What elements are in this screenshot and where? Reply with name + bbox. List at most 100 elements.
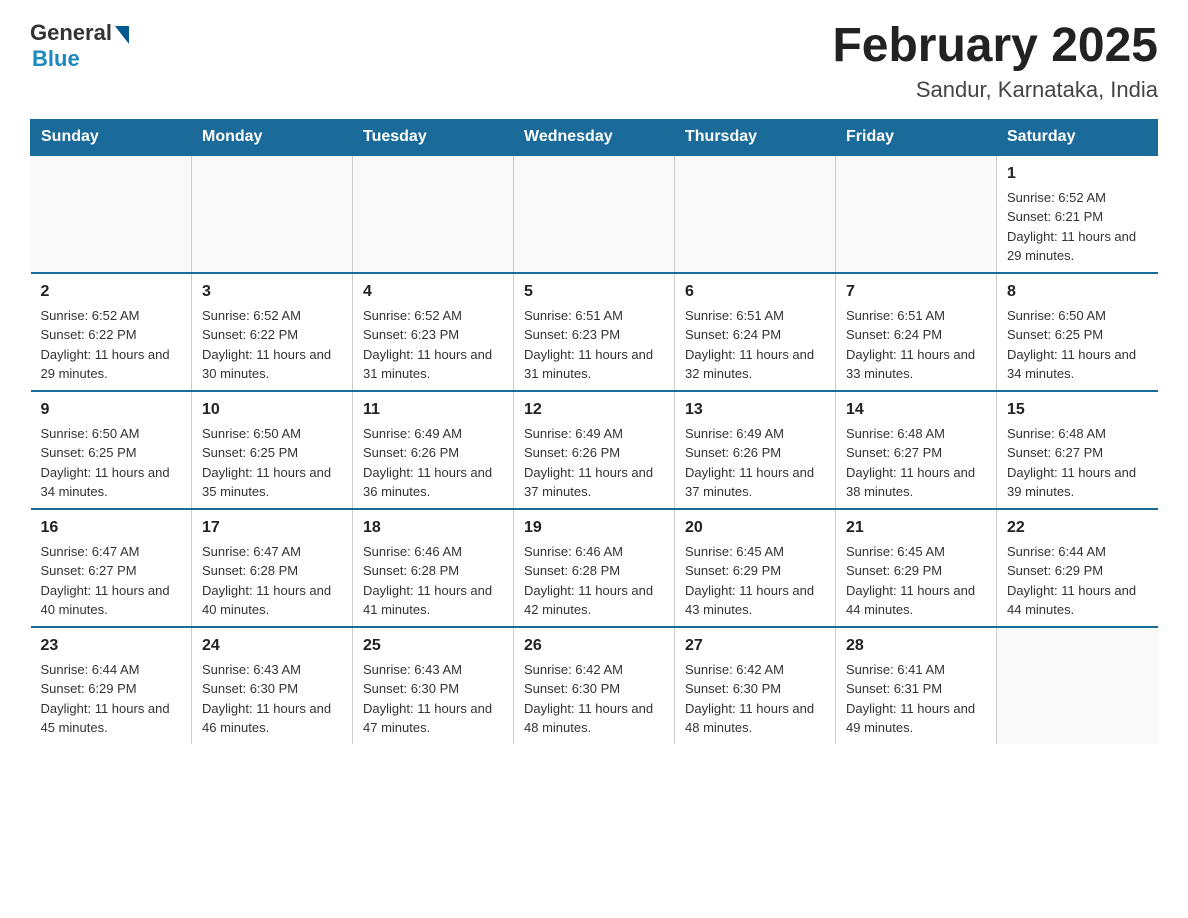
day-info: Sunrise: 6:50 AM Sunset: 6:25 PM Dayligh… bbox=[1007, 306, 1148, 384]
calendar-cell bbox=[353, 155, 514, 273]
day-info: Sunrise: 6:44 AM Sunset: 6:29 PM Dayligh… bbox=[41, 660, 182, 738]
day-number: 16 bbox=[41, 516, 182, 540]
calendar-cell: 27Sunrise: 6:42 AM Sunset: 6:30 PM Dayli… bbox=[675, 627, 836, 744]
calendar-cell: 23Sunrise: 6:44 AM Sunset: 6:29 PM Dayli… bbox=[31, 627, 192, 744]
day-info: Sunrise: 6:48 AM Sunset: 6:27 PM Dayligh… bbox=[1007, 424, 1148, 502]
day-number: 9 bbox=[41, 398, 182, 422]
day-info: Sunrise: 6:45 AM Sunset: 6:29 PM Dayligh… bbox=[846, 542, 986, 620]
calendar-week-1: 1Sunrise: 6:52 AM Sunset: 6:21 PM Daylig… bbox=[31, 155, 1158, 273]
calendar-cell: 12Sunrise: 6:49 AM Sunset: 6:26 PM Dayli… bbox=[514, 391, 675, 509]
calendar-cell bbox=[836, 155, 997, 273]
calendar-cell: 5Sunrise: 6:51 AM Sunset: 6:23 PM Daylig… bbox=[514, 273, 675, 391]
day-info: Sunrise: 6:49 AM Sunset: 6:26 PM Dayligh… bbox=[685, 424, 825, 502]
day-info: Sunrise: 6:46 AM Sunset: 6:28 PM Dayligh… bbox=[363, 542, 503, 620]
calendar-cell bbox=[997, 627, 1158, 744]
day-number: 21 bbox=[846, 516, 986, 540]
day-number: 17 bbox=[202, 516, 342, 540]
calendar-cell: 10Sunrise: 6:50 AM Sunset: 6:25 PM Dayli… bbox=[192, 391, 353, 509]
day-info: Sunrise: 6:51 AM Sunset: 6:24 PM Dayligh… bbox=[685, 306, 825, 384]
weekday-header-saturday: Saturday bbox=[997, 119, 1158, 155]
calendar-cell: 7Sunrise: 6:51 AM Sunset: 6:24 PM Daylig… bbox=[836, 273, 997, 391]
calendar-cell: 22Sunrise: 6:44 AM Sunset: 6:29 PM Dayli… bbox=[997, 509, 1158, 627]
day-info: Sunrise: 6:45 AM Sunset: 6:29 PM Dayligh… bbox=[685, 542, 825, 620]
day-number: 22 bbox=[1007, 516, 1148, 540]
calendar-subtitle: Sandur, Karnataka, India bbox=[832, 77, 1158, 103]
day-number: 10 bbox=[202, 398, 342, 422]
calendar-cell: 9Sunrise: 6:50 AM Sunset: 6:25 PM Daylig… bbox=[31, 391, 192, 509]
calendar-cell: 28Sunrise: 6:41 AM Sunset: 6:31 PM Dayli… bbox=[836, 627, 997, 744]
calendar-cell: 18Sunrise: 6:46 AM Sunset: 6:28 PM Dayli… bbox=[353, 509, 514, 627]
calendar-cell bbox=[192, 155, 353, 273]
calendar-cell: 11Sunrise: 6:49 AM Sunset: 6:26 PM Dayli… bbox=[353, 391, 514, 509]
day-info: Sunrise: 6:46 AM Sunset: 6:28 PM Dayligh… bbox=[524, 542, 664, 620]
calendar-title: February 2025 bbox=[832, 20, 1158, 73]
day-info: Sunrise: 6:44 AM Sunset: 6:29 PM Dayligh… bbox=[1007, 542, 1148, 620]
day-number: 28 bbox=[846, 634, 986, 658]
day-info: Sunrise: 6:51 AM Sunset: 6:23 PM Dayligh… bbox=[524, 306, 664, 384]
day-number: 1 bbox=[1007, 162, 1148, 186]
weekday-header-sunday: Sunday bbox=[31, 119, 192, 155]
calendar-cell bbox=[675, 155, 836, 273]
day-info: Sunrise: 6:52 AM Sunset: 6:22 PM Dayligh… bbox=[202, 306, 342, 384]
day-number: 14 bbox=[846, 398, 986, 422]
logo-arrow-icon bbox=[115, 26, 129, 44]
day-number: 7 bbox=[846, 280, 986, 304]
logo: General Blue bbox=[30, 20, 129, 72]
title-section: February 2025 Sandur, Karnataka, India bbox=[832, 20, 1158, 103]
day-info: Sunrise: 6:47 AM Sunset: 6:27 PM Dayligh… bbox=[41, 542, 182, 620]
weekday-header-tuesday: Tuesday bbox=[353, 119, 514, 155]
day-number: 23 bbox=[41, 634, 182, 658]
weekday-header-wednesday: Wednesday bbox=[514, 119, 675, 155]
day-info: Sunrise: 6:50 AM Sunset: 6:25 PM Dayligh… bbox=[41, 424, 182, 502]
day-info: Sunrise: 6:49 AM Sunset: 6:26 PM Dayligh… bbox=[524, 424, 664, 502]
day-number: 20 bbox=[685, 516, 825, 540]
day-info: Sunrise: 6:50 AM Sunset: 6:25 PM Dayligh… bbox=[202, 424, 342, 502]
calendar-cell: 15Sunrise: 6:48 AM Sunset: 6:27 PM Dayli… bbox=[997, 391, 1158, 509]
calendar-cell: 6Sunrise: 6:51 AM Sunset: 6:24 PM Daylig… bbox=[675, 273, 836, 391]
calendar-week-3: 9Sunrise: 6:50 AM Sunset: 6:25 PM Daylig… bbox=[31, 391, 1158, 509]
day-info: Sunrise: 6:52 AM Sunset: 6:23 PM Dayligh… bbox=[363, 306, 503, 384]
weekday-header-monday: Monday bbox=[192, 119, 353, 155]
calendar-cell: 20Sunrise: 6:45 AM Sunset: 6:29 PM Dayli… bbox=[675, 509, 836, 627]
calendar-week-4: 16Sunrise: 6:47 AM Sunset: 6:27 PM Dayli… bbox=[31, 509, 1158, 627]
day-info: Sunrise: 6:42 AM Sunset: 6:30 PM Dayligh… bbox=[524, 660, 664, 738]
day-number: 18 bbox=[363, 516, 503, 540]
day-number: 4 bbox=[363, 280, 503, 304]
calendar-week-5: 23Sunrise: 6:44 AM Sunset: 6:29 PM Dayli… bbox=[31, 627, 1158, 744]
day-info: Sunrise: 6:49 AM Sunset: 6:26 PM Dayligh… bbox=[363, 424, 503, 502]
calendar-week-2: 2Sunrise: 6:52 AM Sunset: 6:22 PM Daylig… bbox=[31, 273, 1158, 391]
calendar-cell: 14Sunrise: 6:48 AM Sunset: 6:27 PM Dayli… bbox=[836, 391, 997, 509]
day-info: Sunrise: 6:43 AM Sunset: 6:30 PM Dayligh… bbox=[363, 660, 503, 738]
day-info: Sunrise: 6:52 AM Sunset: 6:22 PM Dayligh… bbox=[41, 306, 182, 384]
day-number: 13 bbox=[685, 398, 825, 422]
calendar-cell: 17Sunrise: 6:47 AM Sunset: 6:28 PM Dayli… bbox=[192, 509, 353, 627]
day-info: Sunrise: 6:42 AM Sunset: 6:30 PM Dayligh… bbox=[685, 660, 825, 738]
calendar-cell: 24Sunrise: 6:43 AM Sunset: 6:30 PM Dayli… bbox=[192, 627, 353, 744]
day-number: 2 bbox=[41, 280, 182, 304]
calendar-cell: 2Sunrise: 6:52 AM Sunset: 6:22 PM Daylig… bbox=[31, 273, 192, 391]
day-info: Sunrise: 6:52 AM Sunset: 6:21 PM Dayligh… bbox=[1007, 188, 1148, 266]
day-number: 5 bbox=[524, 280, 664, 304]
logo-general-text: General bbox=[30, 20, 112, 46]
calendar-cell bbox=[514, 155, 675, 273]
calendar-cell: 26Sunrise: 6:42 AM Sunset: 6:30 PM Dayli… bbox=[514, 627, 675, 744]
day-number: 11 bbox=[363, 398, 503, 422]
day-info: Sunrise: 6:48 AM Sunset: 6:27 PM Dayligh… bbox=[846, 424, 986, 502]
day-number: 19 bbox=[524, 516, 664, 540]
calendar-cell: 21Sunrise: 6:45 AM Sunset: 6:29 PM Dayli… bbox=[836, 509, 997, 627]
day-number: 27 bbox=[685, 634, 825, 658]
weekday-header-row: SundayMondayTuesdayWednesdayThursdayFrid… bbox=[31, 119, 1158, 155]
calendar-cell bbox=[31, 155, 192, 273]
day-number: 3 bbox=[202, 280, 342, 304]
calendar-cell: 25Sunrise: 6:43 AM Sunset: 6:30 PM Dayli… bbox=[353, 627, 514, 744]
day-number: 6 bbox=[685, 280, 825, 304]
weekday-header-friday: Friday bbox=[836, 119, 997, 155]
day-info: Sunrise: 6:47 AM Sunset: 6:28 PM Dayligh… bbox=[202, 542, 342, 620]
day-number: 15 bbox=[1007, 398, 1148, 422]
calendar-cell: 13Sunrise: 6:49 AM Sunset: 6:26 PM Dayli… bbox=[675, 391, 836, 509]
calendar-cell: 3Sunrise: 6:52 AM Sunset: 6:22 PM Daylig… bbox=[192, 273, 353, 391]
page-header: General Blue February 2025 Sandur, Karna… bbox=[30, 20, 1158, 103]
calendar-cell: 1Sunrise: 6:52 AM Sunset: 6:21 PM Daylig… bbox=[997, 155, 1158, 273]
calendar-cell: 19Sunrise: 6:46 AM Sunset: 6:28 PM Dayli… bbox=[514, 509, 675, 627]
day-number: 26 bbox=[524, 634, 664, 658]
